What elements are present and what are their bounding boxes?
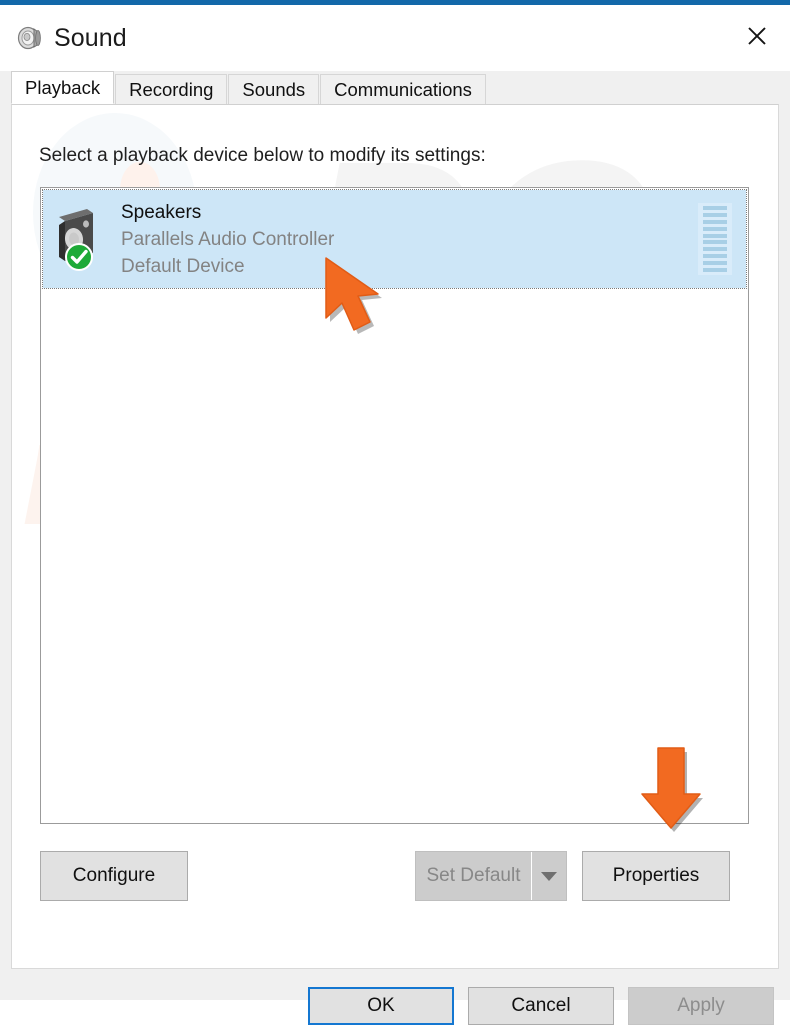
- tab-recording-label: Recording: [129, 78, 214, 100]
- device-text-block: Speakers Parallels Audio Controller Defa…: [121, 199, 334, 280]
- vu-segment: [703, 233, 727, 238]
- tab-playback-label: Playback: [25, 76, 101, 98]
- properties-button-label: Properties: [612, 865, 700, 886]
- window-title: Sound: [54, 23, 127, 52]
- vu-segment: [703, 206, 727, 210]
- configure-button[interactable]: Configure: [40, 851, 188, 901]
- vu-segment: [703, 219, 727, 224]
- sound-dialog-window: Sound Playback Recording Sounds Communic…: [0, 0, 790, 1025]
- volume-level-meter: [698, 203, 732, 275]
- cancel-button-label: Cancel: [511, 995, 571, 1016]
- device-name: Speakers: [121, 201, 202, 223]
- tab-playback[interactable]: Playback: [11, 71, 115, 104]
- device-status: Default Device: [121, 255, 245, 277]
- device-row-speakers[interactable]: Speakers Parallels Audio Controller Defa…: [42, 189, 747, 289]
- apply-button: Apply: [628, 987, 774, 1025]
- vu-segment: [703, 212, 727, 217]
- set-default-button[interactable]: Set Default: [416, 852, 532, 900]
- device-icon-group: [57, 207, 115, 271]
- close-icon[interactable]: [724, 5, 790, 67]
- playback-tab-panel: PC risk.com Select a playback device bel…: [11, 104, 779, 969]
- configure-button-label: Configure: [72, 865, 156, 886]
- device-driver: Parallels Audio Controller: [121, 228, 335, 250]
- vu-segment: [703, 240, 727, 245]
- set-default-button-label: Set Default: [426, 865, 521, 886]
- tab-sounds-label: Sounds: [242, 78, 306, 100]
- tab-strip-container: Playback Recording Sounds Communications: [0, 71, 790, 104]
- tab-strip: Playback Recording Sounds Communications: [11, 71, 790, 104]
- tab-communications[interactable]: Communications: [320, 74, 486, 104]
- tab-recording[interactable]: Recording: [115, 74, 228, 104]
- ok-button-label: OK: [367, 995, 395, 1016]
- speaker-icon: [14, 23, 44, 53]
- default-device-check-icon: [65, 243, 93, 271]
- properties-button[interactable]: Properties: [582, 851, 730, 901]
- dialog-footer: OK Cancel Apply: [0, 969, 790, 1025]
- chevron-down-icon[interactable]: [532, 852, 566, 900]
- vu-segment: [703, 261, 727, 265]
- vu-segment: [703, 254, 727, 259]
- instruction-text: Select a playback device below to modify…: [39, 145, 486, 166]
- tab-communications-label: Communications: [334, 78, 472, 100]
- vu-segment: [703, 226, 727, 231]
- vu-segment: [703, 267, 727, 272]
- tab-sounds[interactable]: Sounds: [228, 74, 320, 104]
- ok-button[interactable]: OK: [308, 987, 454, 1025]
- vu-segment: [703, 247, 727, 252]
- set-default-split-button[interactable]: Set Default: [415, 851, 567, 901]
- cancel-button[interactable]: Cancel: [468, 987, 614, 1025]
- title-bar: Sound: [0, 5, 790, 71]
- playback-device-list[interactable]: Speakers Parallels Audio Controller Defa…: [40, 187, 749, 824]
- apply-button-label: Apply: [677, 995, 725, 1016]
